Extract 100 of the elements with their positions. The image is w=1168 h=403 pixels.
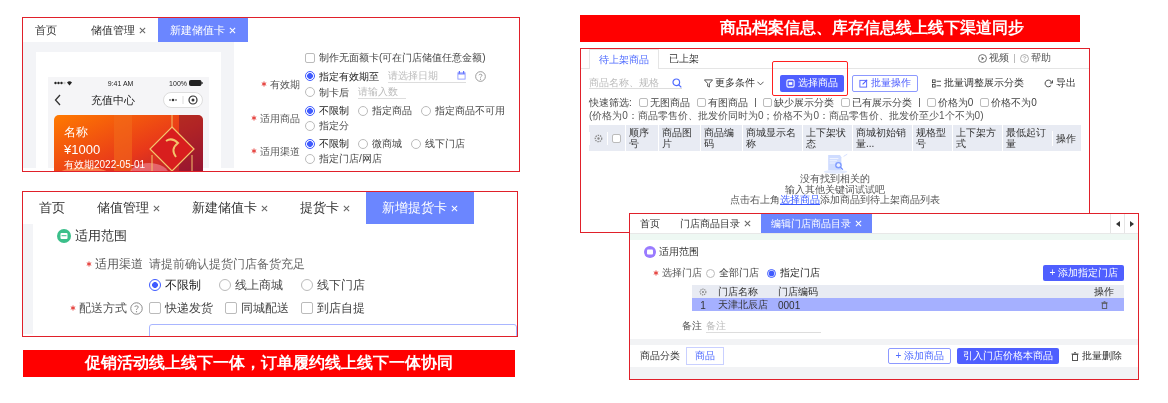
field-label: 选择门店 [662,266,702,280]
delete-icon[interactable] [1100,301,1108,309]
settings-icon[interactable] [699,288,707,296]
radio-option[interactable]: 制卡后 [305,85,349,99]
checkbox[interactable]: 快递发货 [149,300,213,316]
number-field[interactable]: 请输入数 [358,85,406,99]
radio-option[interactable]: 线下门店 [301,277,365,293]
settings-icon[interactable] [594,133,603,143]
calendar-icon[interactable] [457,71,466,80]
section-icon [644,246,656,258]
page-title: 充值中心 [90,92,135,108]
tab[interactable]: 新建储值卡 [176,192,284,224]
empty-message: 输入其他关键词试试吧 [785,184,885,195]
link[interactable]: 选择商品 [780,194,820,205]
arrow-right-icon[interactable] [1127,218,1136,229]
column-header: 操作 [1093,285,1115,299]
battery-icon [189,80,203,86]
tab[interactable]: 首页 [630,214,670,233]
radio-option[interactable]: 指定商品不可用 [421,104,505,117]
radio-option[interactable]: 全部门店 [706,266,759,280]
play-icon [978,53,987,63]
tab[interactable]: 商品 [686,347,724,365]
remark-field[interactable]: 备注 [706,319,821,333]
action-button[interactable]: 引入门店价格本商品 [957,348,1059,364]
column-header: 最低起订量 [1002,125,1053,151]
checkbox[interactable]: 到店自提 [301,300,365,316]
tab[interactable]: 门店商品目录 [670,214,761,233]
close-icon[interactable] [343,204,350,212]
tab[interactable]: 储值管理 [81,192,176,224]
action-button[interactable]: 批量删除 [1065,348,1128,364]
chevron-down-icon [757,80,764,86]
empty-message: 没有找到相关的 [800,174,870,185]
list-icon [932,78,941,88]
hint-text: 请提前确认提货门店备货充足 [149,256,306,272]
signal-icon [54,80,72,86]
column-header: 门店名称 [717,285,759,299]
help-link[interactable]: 帮助 [1020,51,1051,65]
filter-button[interactable]: 更多条件 [704,76,764,90]
checkbox[interactable]: 已有展示分类 [840,97,912,108]
tab[interactable]: 首页 [23,18,79,42]
radio-option[interactable]: 不限制 [305,104,349,117]
column-header: 商城初始销量... [852,125,912,151]
field-label: 备注 [682,319,702,333]
tab[interactable]: 首页 [23,192,81,224]
column-header: 商城显示名称 [742,125,802,151]
card-name: 名称 [64,124,88,141]
radio-option[interactable]: 不限制 [149,277,201,293]
radio-option[interactable]: 指定门店 [767,266,820,280]
checkbox[interactable]: 价格不为0 [980,97,1037,108]
tab[interactable]: 已上架 [659,49,709,68]
field-label: 适用渠道 [95,256,143,272]
back-icon[interactable] [54,94,62,106]
radio-option[interactable]: 指定分 [305,119,349,132]
field-label: 商品分类 [640,349,680,363]
select-all-checkbox[interactable] [612,133,621,143]
column-header: 商品图片 [657,125,701,151]
checkbox[interactable]: 缺少展示分类 [762,97,834,108]
tab[interactable]: 储值管理 [79,18,158,42]
filter-label: 快速筛选: [589,97,632,108]
field-label: 适用商品 [260,111,300,125]
close-icon[interactable] [744,220,751,227]
radio-option[interactable]: 线下门店 [411,137,465,150]
action-button[interactable]: 选择商品 [780,74,844,92]
caption: 商品档案信息、库存信息线上线下渠道同步 [720,18,1024,38]
radio-option[interactable]: 微商城 [358,137,402,150]
help-icon [1020,53,1029,63]
close-icon[interactable] [139,26,146,34]
add-store-button[interactable]: + 添加指定门店 [1043,265,1124,281]
checkbox[interactable]: 价格为0 [926,97,974,108]
capsule-menu-icon[interactable] [163,92,203,108]
checkbox[interactable]: 制作无面额卡(可在门店储值任意金额) [305,51,515,64]
checkbox[interactable]: 有图商品 [696,97,748,108]
radio-option[interactable]: 指定有效期至 [305,69,379,83]
radio-option[interactable]: 不限制 [305,137,349,150]
checkbox[interactable]: 无图商品 [638,97,690,108]
card-validity: 有效期2022-05-01 [64,158,146,171]
table-cell-text: 0001 [777,299,802,311]
radio-option[interactable]: 指定门店/网店 [305,152,382,165]
close-icon[interactable] [261,204,268,212]
tab[interactable]: 提货卡 [284,192,366,224]
caption: 促销活动线上线下一体，订单履约线上线下一体协同 [85,353,453,373]
action-button[interactable]: 导出 [1038,74,1082,92]
column-header: 上下架方式 [952,125,1003,151]
radio-option[interactable]: 指定商品 [358,104,412,117]
section-title: 适用范围 [659,245,699,259]
table-row[interactable]: 1 天津北辰店 0001 [692,298,1124,311]
action-button[interactable]: 批量操作 [852,74,918,92]
section-icon [57,229,71,243]
field-label: 有效期 [270,77,300,91]
tab[interactable]: 待上架商品 [589,49,659,69]
column-header: 门店编码 [777,285,819,299]
search-icon[interactable] [672,77,682,88]
filter-note: (价格为0：商品零售价、批发价同时为0；价格不为0：商品零售价、批发价至少1个不为0) [589,110,984,121]
close-icon[interactable] [153,204,160,212]
field-label: 配送方式 [79,300,127,316]
radio-option[interactable]: 线上商城 [219,277,283,293]
action-button[interactable]: + 添加商品 [888,348,951,364]
link-button[interactable]: 批量调整展示分类 [926,74,1030,92]
help-link[interactable]: 视频 [978,51,1009,65]
checkbox[interactable]: 同城配送 [225,300,289,316]
